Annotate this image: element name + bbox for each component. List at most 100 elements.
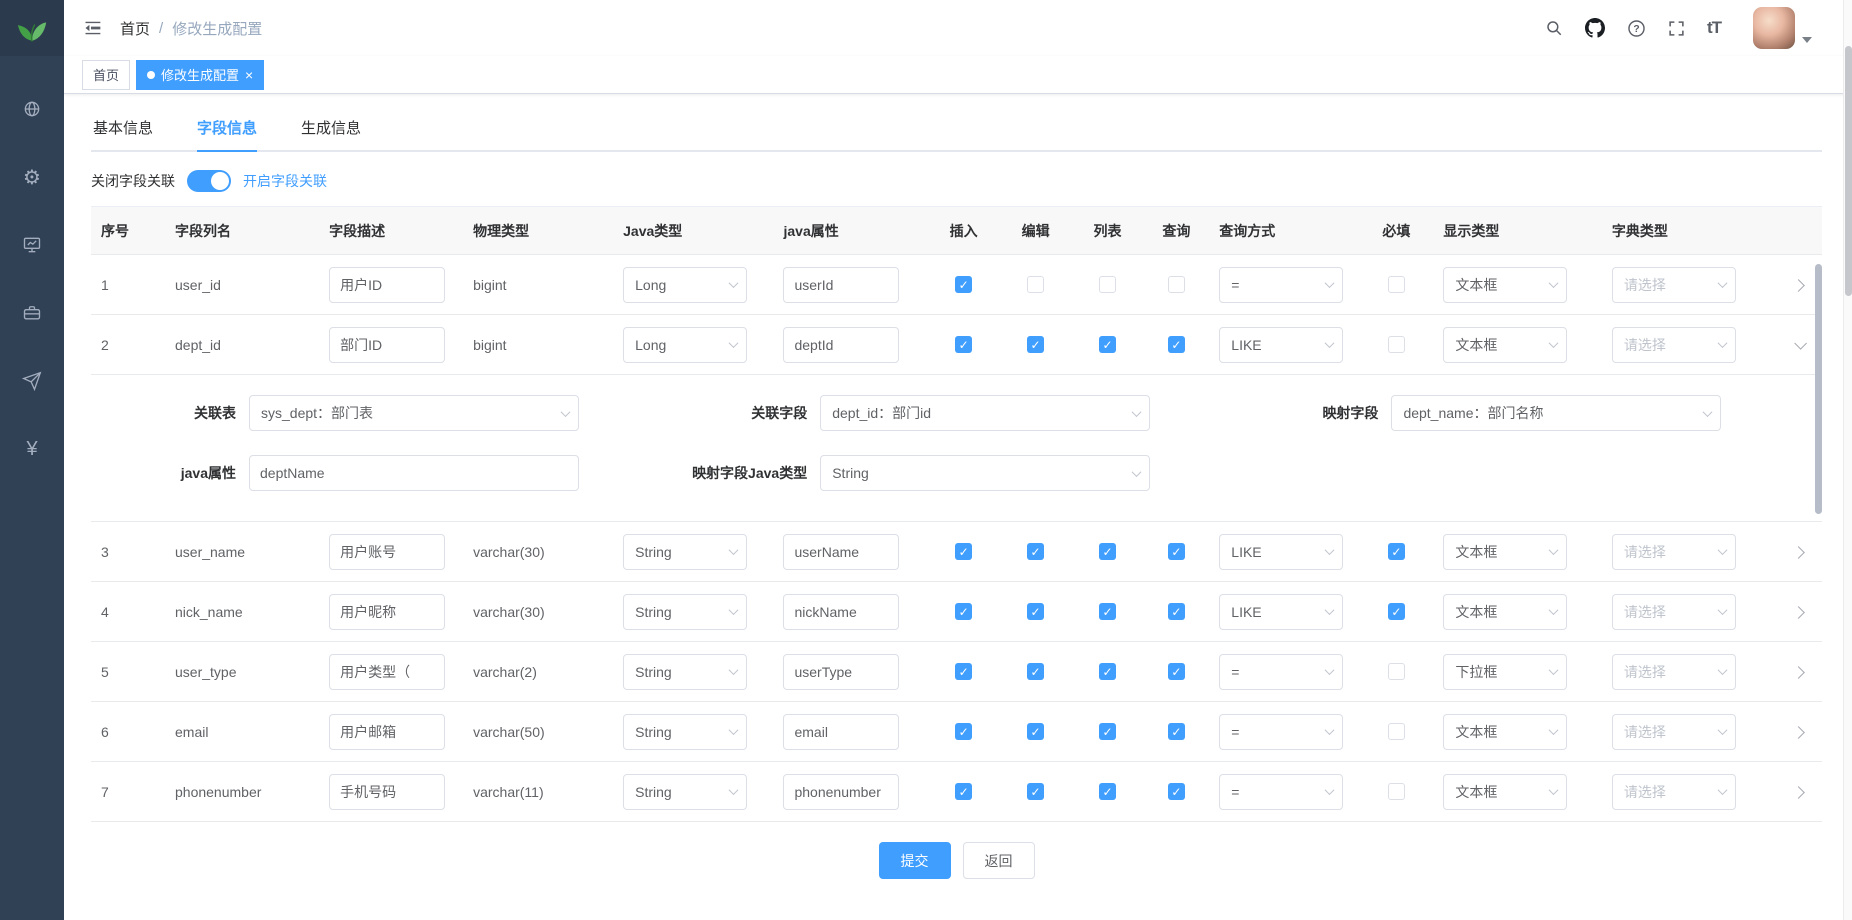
field-desc-input[interactable] xyxy=(329,654,445,690)
query-type-select[interactable]: = xyxy=(1219,714,1343,750)
dict-type-select[interactable]: 请选择 xyxy=(1612,267,1736,303)
field-desc-input[interactable] xyxy=(329,774,445,810)
font-size-icon[interactable]: tT xyxy=(1707,15,1721,41)
sidebar-toggle-button[interactable] xyxy=(82,17,104,39)
list-checkbox[interactable] xyxy=(1099,663,1116,680)
java-type-select[interactable]: String xyxy=(623,714,747,750)
expand-row-icon[interactable] xyxy=(1792,786,1805,799)
sidebar-item-tool[interactable] xyxy=(0,298,64,328)
edit-checkbox[interactable] xyxy=(1027,276,1044,293)
expand-row-icon[interactable] xyxy=(1792,726,1805,739)
query-checkbox[interactable] xyxy=(1168,543,1185,560)
expand-row-icon[interactable] xyxy=(1792,666,1805,679)
user-menu[interactable] xyxy=(1753,7,1812,49)
list-checkbox[interactable] xyxy=(1099,543,1116,560)
mapped-java-type-select[interactable]: String xyxy=(820,455,1150,491)
java-type-select[interactable]: String xyxy=(623,594,747,630)
query-checkbox[interactable] xyxy=(1168,783,1185,800)
required-checkbox[interactable] xyxy=(1388,783,1405,800)
html-type-select[interactable]: 文本框 xyxy=(1443,714,1567,750)
html-type-select[interactable]: 文本框 xyxy=(1443,267,1567,303)
java-type-select[interactable]: Long xyxy=(623,267,747,303)
dict-type-select[interactable]: 请选择 xyxy=(1612,534,1736,570)
insert-checkbox[interactable] xyxy=(955,276,972,293)
field-desc-input[interactable] xyxy=(329,714,445,750)
edit-checkbox[interactable] xyxy=(1027,543,1044,560)
tag-home[interactable]: 首页 xyxy=(82,60,130,90)
java-attr-input[interactable] xyxy=(783,774,899,810)
insert-checkbox[interactable] xyxy=(955,723,972,740)
field-desc-input[interactable] xyxy=(329,327,445,363)
sidebar-item-guide[interactable] xyxy=(0,366,64,396)
required-checkbox[interactable] xyxy=(1388,336,1405,353)
dict-type-select[interactable]: 请选择 xyxy=(1612,594,1736,630)
html-type-select[interactable]: 文本框 xyxy=(1443,774,1567,810)
tag-current[interactable]: 修改生成配置 × xyxy=(136,60,264,90)
list-checkbox[interactable] xyxy=(1099,603,1116,620)
list-checkbox[interactable] xyxy=(1099,783,1116,800)
edit-checkbox[interactable] xyxy=(1027,603,1044,620)
java-attr-input[interactable] xyxy=(783,327,899,363)
insert-checkbox[interactable] xyxy=(955,543,972,560)
dict-type-select[interactable]: 请选择 xyxy=(1612,714,1736,750)
required-checkbox[interactable] xyxy=(1388,276,1405,293)
expand-row-icon[interactable] xyxy=(1794,337,1807,350)
field-relation-switch[interactable] xyxy=(187,170,231,192)
tab-basic-info[interactable]: 基本信息 xyxy=(91,108,175,150)
insert-checkbox[interactable] xyxy=(955,603,972,620)
query-type-select[interactable]: = xyxy=(1219,774,1343,810)
query-checkbox[interactable] xyxy=(1168,663,1185,680)
tab-field-info[interactable]: 字段信息 xyxy=(175,108,279,150)
search-icon[interactable] xyxy=(1545,15,1563,41)
query-type-select[interactable]: LIKE xyxy=(1219,534,1343,570)
sidebar-item-system[interactable]: ⚙ xyxy=(0,162,64,192)
query-checkbox[interactable] xyxy=(1168,336,1185,353)
field-desc-input[interactable] xyxy=(329,594,445,630)
close-icon[interactable]: × xyxy=(245,68,253,82)
related-table-select[interactable]: sys_dept：部门表 xyxy=(249,395,579,431)
edit-checkbox[interactable] xyxy=(1027,783,1044,800)
required-checkbox[interactable] xyxy=(1388,723,1405,740)
github-icon[interactable] xyxy=(1585,15,1605,41)
edit-checkbox[interactable] xyxy=(1027,723,1044,740)
query-type-select[interactable]: = xyxy=(1219,267,1343,303)
insert-checkbox[interactable] xyxy=(955,663,972,680)
breadcrumb-home[interactable]: 首页 xyxy=(120,18,150,39)
required-checkbox[interactable] xyxy=(1388,663,1405,680)
list-checkbox[interactable] xyxy=(1099,336,1116,353)
expand-row-icon[interactable] xyxy=(1792,546,1805,559)
query-type-select[interactable]: LIKE xyxy=(1219,594,1343,630)
html-type-select[interactable]: 文本框 xyxy=(1443,594,1567,630)
list-checkbox[interactable] xyxy=(1099,276,1116,293)
java-attr-input[interactable] xyxy=(783,267,899,303)
page-scrollbar[interactable] xyxy=(1843,0,1852,920)
html-type-select[interactable]: 文本框 xyxy=(1443,327,1567,363)
field-desc-input[interactable] xyxy=(329,267,445,303)
query-checkbox[interactable] xyxy=(1168,276,1185,293)
sidebar-item-dashboard[interactable] xyxy=(0,94,64,124)
avatar[interactable] xyxy=(1753,7,1795,49)
sidebar-item-pay[interactable]: ¥ xyxy=(0,434,64,464)
java-attr-input[interactable] xyxy=(783,714,899,750)
query-checkbox[interactable] xyxy=(1168,603,1185,620)
java-type-select[interactable]: String xyxy=(623,774,747,810)
question-icon[interactable]: ? xyxy=(1627,15,1646,41)
html-type-select[interactable]: 下拉框 xyxy=(1443,654,1567,690)
fullscreen-icon[interactable] xyxy=(1668,15,1685,41)
java-type-select[interactable]: Long xyxy=(623,327,747,363)
submit-button[interactable]: 提交 xyxy=(879,842,951,879)
dict-type-select[interactable]: 请选择 xyxy=(1612,327,1736,363)
dict-type-select[interactable]: 请选择 xyxy=(1612,774,1736,810)
java-attr-input[interactable] xyxy=(783,594,899,630)
java-type-select[interactable]: String xyxy=(623,654,747,690)
expand-row-icon[interactable] xyxy=(1792,606,1805,619)
edit-checkbox[interactable] xyxy=(1027,663,1044,680)
java-type-select[interactable]: String xyxy=(623,534,747,570)
relation-java-attr-input[interactable] xyxy=(249,455,579,491)
query-checkbox[interactable] xyxy=(1168,723,1185,740)
sidebar-item-monitor[interactable] xyxy=(0,230,64,260)
dict-type-select[interactable]: 请选择 xyxy=(1612,654,1736,690)
related-field-select[interactable]: dept_id：部门id xyxy=(820,395,1150,431)
list-checkbox[interactable] xyxy=(1099,723,1116,740)
java-attr-input[interactable] xyxy=(783,654,899,690)
